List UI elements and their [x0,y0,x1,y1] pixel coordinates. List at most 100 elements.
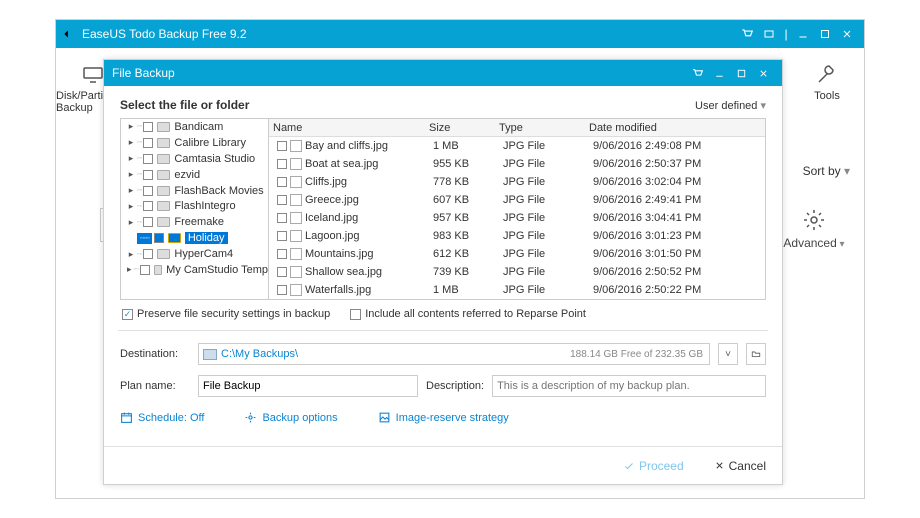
expand-icon[interactable]: ▸ [127,249,135,260]
file-checkbox[interactable] [277,231,287,241]
tree-item[interactable]: ▸┈ezvid [121,167,268,183]
file-row[interactable]: Greece.jpg607 KBJPG File9/06/2016 2:49:4… [269,191,765,209]
column-type[interactable]: Type [499,122,589,134]
minimize-button[interactable] [792,23,814,45]
cart-icon[interactable] [736,23,758,45]
file-row[interactable]: Cliffs.jpg778 KBJPG File9/06/2016 3:02:0… [269,173,765,191]
tree-item-label: Calibre Library [174,137,246,149]
destination-history-button[interactable]: ˅ [718,343,738,365]
tree-checkbox[interactable] [143,138,153,148]
tree-item[interactable]: ▸┈FlashIntegro [121,198,268,214]
tree-checkbox[interactable] [143,201,153,211]
dialog-close-button[interactable] [752,62,774,84]
tree-checkbox[interactable] [143,170,153,180]
reparse-point-label: Include all contents referred to Reparse… [365,308,586,320]
tree-item[interactable]: ▸┈Bandicam [121,119,268,135]
column-size[interactable]: Size [429,122,499,134]
tree-dots: ┈ [137,201,141,212]
file-type: JPG File [503,212,593,224]
window-icon[interactable] [758,23,780,45]
tree-dots: ┈ [137,217,141,228]
user-defined-dropdown[interactable]: User defined [695,99,766,112]
file-list[interactable]: Name Size Type Date modified Bay and cli… [269,119,765,299]
tree-item[interactable]: ▸┈Camtasia Studio [121,151,268,167]
proceed-label: Proceed [639,459,684,473]
file-date: 9/06/2016 2:49:41 PM [593,194,765,206]
expand-icon[interactable]: ▸ [127,121,135,132]
file-row[interactable]: Mountains.jpg612 KBJPG File9/06/2016 3:0… [269,245,765,263]
folder-icon [157,122,170,132]
folder-icon [154,265,162,275]
description-input[interactable] [492,375,766,397]
dialog-title: File Backup [112,66,175,80]
file-row[interactable]: Waterfalls.jpg1 MBJPG File9/06/2016 2:50… [269,281,765,299]
cancel-button[interactable]: Cancel [714,459,766,473]
tree-checkbox[interactable] [143,186,153,196]
tree-dots: ┈ [137,185,141,196]
expand-icon[interactable]: ▸ [127,169,135,180]
plan-name-input[interactable] [198,375,418,397]
advanced-button[interactable]: Advanced [774,208,854,250]
dialog-cart-icon[interactable] [686,62,708,84]
tree-item[interactable]: ▸┈FlashBack Movies [121,183,268,199]
file-row[interactable]: Iceland.jpg957 KBJPG File9/06/2016 3:04:… [269,209,765,227]
tree-checkbox[interactable] [143,154,153,164]
schedule-link-label: Schedule: Off [138,412,204,424]
tree-dots: ┈ [137,121,141,132]
tree-checkbox[interactable] [143,249,153,259]
file-checkbox[interactable] [277,267,287,277]
file-checkbox[interactable] [277,195,287,205]
folder-tree[interactable]: ▸┈Bandicam▸┈Calibre Library▸┈Camtasia St… [121,119,269,299]
expand-icon[interactable]: ▸ [127,217,135,228]
file-checkbox[interactable] [277,141,287,151]
close-button[interactable] [836,23,858,45]
file-size: 1 MB [433,140,503,152]
tree-checkbox[interactable] [154,233,164,243]
destination-field[interactable]: C:\My Backups\ 188.14 GB Free of 232.35 … [198,343,710,365]
tree-item[interactable]: ▸┈Freemake [121,214,268,230]
column-name[interactable]: Name [269,122,429,134]
image-reserve-link[interactable]: Image-reserve strategy [378,411,509,424]
destination-browse-button[interactable] [746,343,766,365]
file-checkbox[interactable] [277,285,287,295]
file-checkbox[interactable] [277,249,287,259]
proceed-button[interactable]: Proceed [623,459,684,473]
file-checkbox[interactable] [277,213,287,223]
expand-icon[interactable]: ▸ [127,137,135,148]
preserve-security-checkbox[interactable]: ✓Preserve file security settings in back… [122,308,330,320]
tree-item[interactable]: ┈┈Holiday [121,230,268,246]
expand-icon[interactable]: ▸ [127,201,135,212]
file-checkbox[interactable] [277,177,287,187]
file-size: 955 KB [433,158,503,170]
file-checkbox[interactable] [277,159,287,169]
schedule-link[interactable]: Schedule: Off [120,411,204,424]
file-date: 9/06/2016 3:04:41 PM [593,212,765,224]
dialog-minimize-button[interactable] [708,62,730,84]
file-row[interactable]: Lagoon.jpg983 KBJPG File9/06/2016 3:01:2… [269,227,765,245]
tools-label: Tools [814,90,840,102]
tree-checkbox[interactable] [143,122,153,132]
column-date[interactable]: Date modified [589,122,765,134]
tree-item[interactable]: ▸┈Calibre Library [121,135,268,151]
file-row[interactable]: Boat at sea.jpg955 KBJPG File9/06/2016 2… [269,155,765,173]
backup-options-link[interactable]: Backup options [244,411,337,424]
dialog-maximize-button[interactable] [730,62,752,84]
file-name: Iceland.jpg [305,212,358,224]
reparse-point-checkbox[interactable]: Include all contents referred to Reparse… [350,308,586,320]
tree-checkbox[interactable] [143,217,153,227]
dialog-heading: Select the file or folder [120,98,249,112]
expand-icon[interactable]: ▸ [127,185,135,196]
file-type: JPG File [503,266,593,278]
tree-item[interactable]: ▸┈My CamStudio Temp [121,262,268,278]
file-row[interactable]: Bay and cliffs.jpg1 MBJPG File9/06/2016 … [269,137,765,155]
tree-dots: ┈ [137,153,141,164]
tools-button[interactable]: Tools [790,62,864,142]
tree-item-label: My CamStudio Temp [166,264,268,276]
maximize-button[interactable] [814,23,836,45]
expand-icon[interactable]: ▸ [127,264,132,275]
expand-icon[interactable]: ▸ [127,153,135,164]
tree-item[interactable]: ▸┈HyperCam4 [121,246,268,262]
tree-checkbox[interactable] [140,265,150,275]
sort-by-dropdown[interactable]: Sort by [803,164,850,178]
file-row[interactable]: Shallow sea.jpg739 KBJPG File9/06/2016 2… [269,263,765,281]
